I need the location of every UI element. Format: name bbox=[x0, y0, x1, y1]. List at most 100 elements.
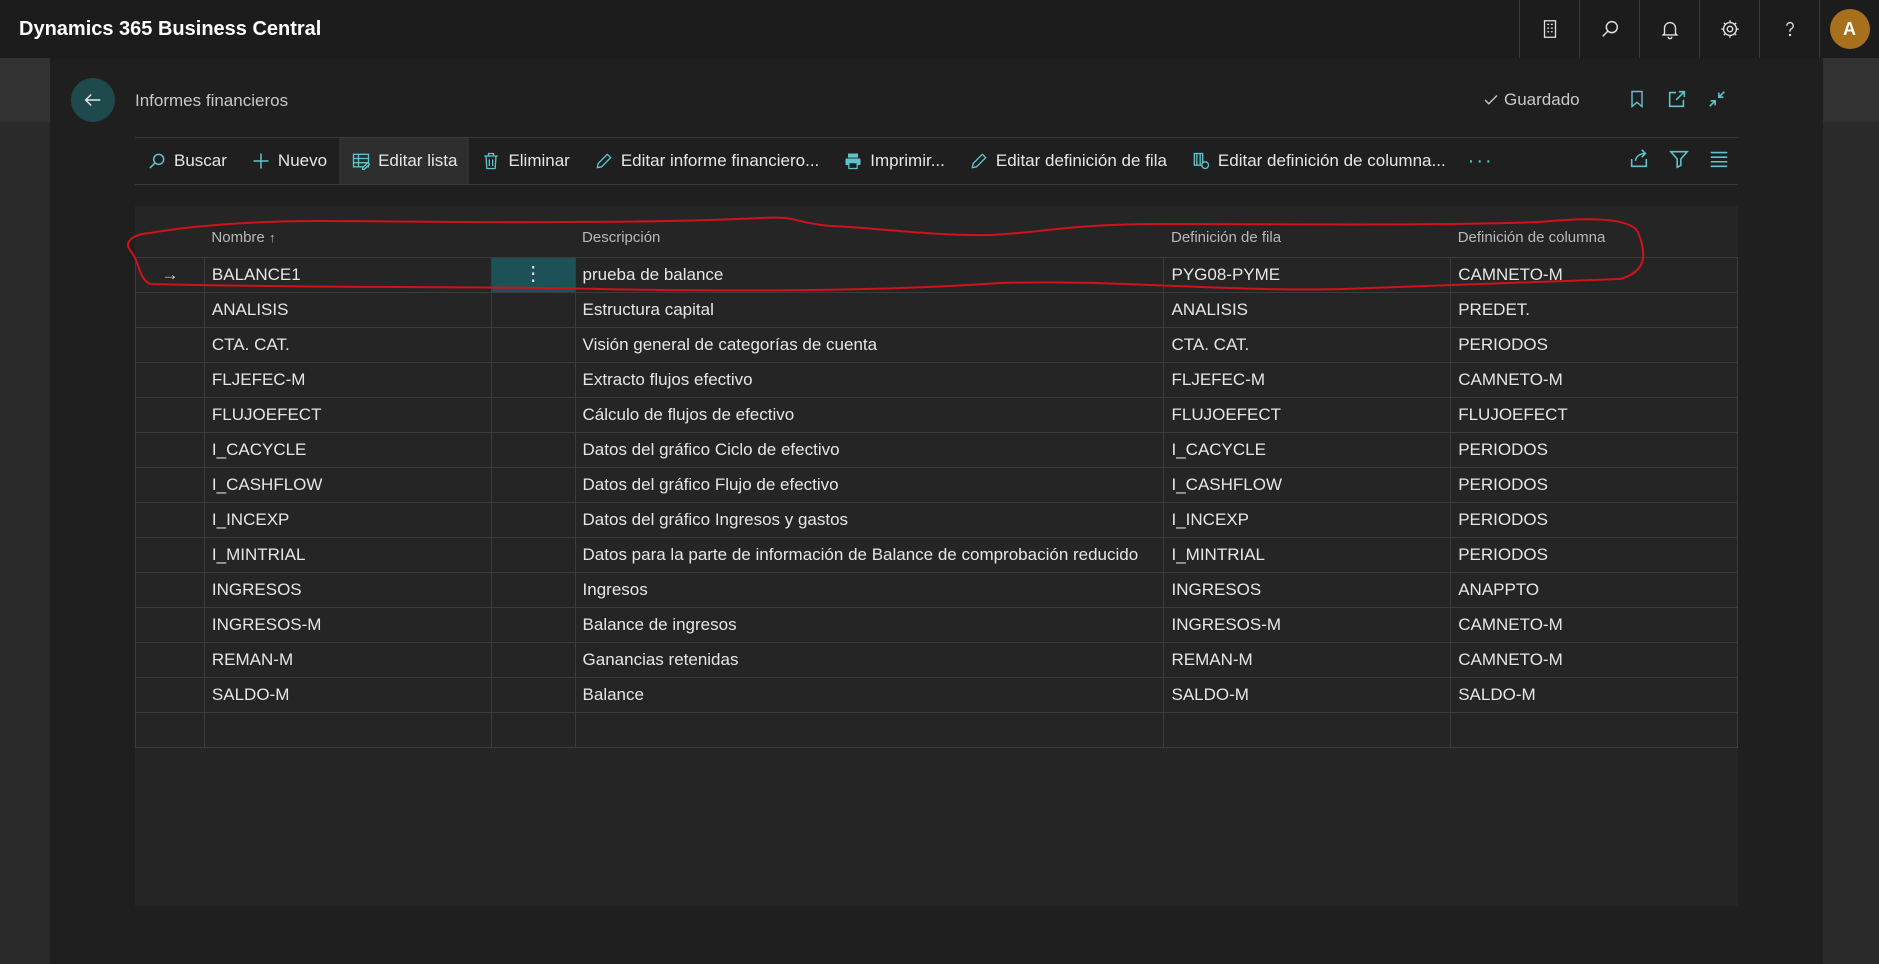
table-row[interactable]: FLJEFEC-M Extracto flujos efectivo FLJEFEC… bbox=[135, 361, 1738, 398]
cell-nombre[interactable]: I_CASHFLOW bbox=[203, 466, 492, 503]
cell-nombre[interactable]: I_CACYCLE bbox=[203, 431, 492, 468]
filter-button[interactable] bbox=[1668, 148, 1690, 175]
new-action[interactable]: Nuevo bbox=[239, 138, 339, 184]
row-menu-cell[interactable] bbox=[490, 431, 576, 468]
cell-descripcion[interactable]: Balance bbox=[574, 676, 1165, 713]
row-indicator[interactable] bbox=[135, 536, 205, 573]
company-button[interactable] bbox=[1519, 0, 1579, 58]
edit-financial-report-action[interactable]: Editar informe financiero... bbox=[582, 138, 831, 184]
row-indicator[interactable] bbox=[135, 396, 205, 433]
cell-definicion-columna[interactable]: FLUJOEFECT bbox=[1450, 396, 1738, 433]
cell-definicion-fila[interactable]: SALDO-M bbox=[1163, 676, 1452, 713]
cell-definicion-fila[interactable]: I_CACYCLE bbox=[1163, 431, 1452, 468]
empty-cell[interactable] bbox=[1450, 711, 1738, 748]
row-menu-cell[interactable] bbox=[490, 641, 576, 678]
cell-definicion-columna[interactable]: PERIODOS bbox=[1450, 466, 1738, 503]
cell-definicion-columna[interactable]: SALDO-M bbox=[1450, 676, 1738, 713]
share-button[interactable] bbox=[1628, 148, 1650, 175]
cell-descripcion[interactable]: Estructura capital bbox=[574, 291, 1165, 328]
avatar[interactable]: A bbox=[1829, 9, 1870, 49]
row-indicator[interactable] bbox=[135, 606, 205, 643]
cell-nombre[interactable]: BALANCE1 bbox=[203, 256, 492, 293]
cell-definicion-columna[interactable]: CAMNETO-M bbox=[1450, 256, 1738, 293]
cell-definicion-columna[interactable]: ANAPPTO bbox=[1450, 571, 1738, 608]
cell-nombre[interactable]: INGRESOS-M bbox=[203, 606, 492, 643]
more-actions-button[interactable]: ··· bbox=[1458, 150, 1504, 173]
cell-definicion-fila[interactable]: PYG08-PYME bbox=[1163, 256, 1452, 293]
row-indicator[interactable] bbox=[135, 291, 205, 328]
table-row[interactable]: I_CASHFLOW Datos del gráfico Flujo de efe… bbox=[135, 466, 1738, 503]
bookmark-button[interactable] bbox=[1624, 86, 1650, 112]
notifications-button[interactable] bbox=[1639, 0, 1699, 58]
row-menu-cell[interactable] bbox=[490, 501, 576, 538]
cell-definicion-fila[interactable]: I_MINTRIAL bbox=[1163, 536, 1452, 573]
more-vertical-icon[interactable]: ⋮ bbox=[523, 263, 543, 285]
cell-definicion-fila[interactable]: FLJEFEC-M bbox=[1163, 361, 1452, 398]
search-button[interactable] bbox=[1579, 0, 1639, 58]
row-menu-cell[interactable] bbox=[490, 291, 576, 328]
cell-nombre[interactable]: FLUJOEFECT bbox=[203, 396, 492, 433]
row-menu-cell[interactable] bbox=[490, 396, 576, 433]
cell-nombre[interactable]: I_INCEXP bbox=[203, 501, 492, 538]
cell-descripcion[interactable]: Balance de ingresos bbox=[574, 606, 1165, 643]
help-button[interactable] bbox=[1759, 0, 1819, 58]
cell-definicion-columna[interactable]: PERIODOS bbox=[1450, 431, 1738, 468]
row-indicator[interactable] bbox=[135, 501, 205, 538]
row-menu-cell[interactable] bbox=[490, 606, 576, 643]
collapse-button[interactable] bbox=[1704, 86, 1730, 112]
cell-definicion-fila[interactable]: INGRESOS bbox=[1163, 571, 1452, 608]
row-indicator[interactable] bbox=[135, 431, 205, 468]
table-row[interactable]: REMAN-M Ganancias retenidas REMAN-M CAMNETO… bbox=[135, 641, 1738, 678]
cell-definicion-fila[interactable]: I_CASHFLOW bbox=[1163, 466, 1452, 503]
cell-nombre[interactable]: REMAN-M bbox=[203, 641, 492, 678]
row-indicator[interactable] bbox=[135, 466, 205, 503]
cell-definicion-fila[interactable]: ANALISIS bbox=[1163, 291, 1452, 328]
cell-nombre[interactable]: CTA. CAT. bbox=[203, 326, 492, 363]
cell-descripcion[interactable]: prueba de balance bbox=[574, 256, 1165, 293]
cell-definicion-fila[interactable]: I_INCEXP bbox=[1163, 501, 1452, 538]
cell-descripcion[interactable]: Extracto flujos efectivo bbox=[574, 361, 1165, 398]
cell-descripcion[interactable]: Visión general de categorías de cuenta bbox=[574, 326, 1165, 363]
empty-cell[interactable] bbox=[135, 711, 205, 748]
row-menu-cell[interactable] bbox=[490, 361, 576, 398]
cell-definicion-columna[interactable]: CAMNETO-M bbox=[1450, 641, 1738, 678]
row-menu-cell[interactable] bbox=[490, 571, 576, 608]
print-action[interactable]: Imprimir... bbox=[831, 138, 957, 184]
cell-descripcion[interactable]: Ganancias retenidas bbox=[574, 641, 1165, 678]
search-action[interactable]: Buscar bbox=[135, 138, 239, 184]
table-row-empty[interactable] bbox=[135, 711, 1738, 748]
cell-nombre[interactable]: FLJEFEC-M bbox=[203, 361, 492, 398]
cell-descripcion[interactable]: Ingresos bbox=[574, 571, 1165, 608]
table-row[interactable]: CTA. CAT. Visión general de categorías de… bbox=[135, 326, 1738, 363]
row-menu-cell[interactable] bbox=[490, 326, 576, 363]
row-indicator[interactable] bbox=[135, 641, 205, 678]
cell-definicion-columna[interactable]: PERIODOS bbox=[1450, 536, 1738, 573]
row-indicator[interactable] bbox=[135, 571, 205, 608]
cell-descripcion[interactable]: Datos del gráfico Ciclo de efectivo bbox=[574, 431, 1165, 468]
cell-definicion-fila[interactable]: FLUJOEFECT bbox=[1163, 396, 1452, 433]
table-row[interactable]: FLUJOEFECT Cálculo de flujos de efectivo F… bbox=[135, 396, 1738, 433]
row-indicator[interactable]: → bbox=[135, 256, 205, 293]
table-row[interactable]: I_CACYCLE Datos del gráfico Ciclo de efec… bbox=[135, 431, 1738, 468]
list-view-button[interactable] bbox=[1708, 148, 1730, 175]
cell-descripcion[interactable]: Datos del gráfico Flujo de efectivo bbox=[574, 466, 1165, 503]
edit-row-definition-action[interactable]: Editar definición de fila bbox=[957, 138, 1179, 184]
cell-definicion-fila[interactable]: CTA. CAT. bbox=[1163, 326, 1452, 363]
table-row[interactable]: INGRESOS Ingresos INGRESOS ANAPPTO bbox=[135, 571, 1738, 608]
table-row[interactable]: SALDO-M Balance SALDO-M SALDO-M bbox=[135, 676, 1738, 713]
row-indicator[interactable] bbox=[135, 676, 205, 713]
user-menu[interactable]: A bbox=[1819, 0, 1879, 58]
empty-cell[interactable] bbox=[203, 711, 492, 748]
cell-descripcion[interactable]: Cálculo de flujos de efectivo bbox=[574, 396, 1165, 433]
empty-cell[interactable] bbox=[574, 711, 1165, 748]
table-row[interactable]: → BALANCE1 ⋮ prueba de balance PYG08-PYME CAM… bbox=[135, 256, 1738, 293]
cell-definicion-columna[interactable]: PREDET. bbox=[1450, 291, 1738, 328]
table-row[interactable]: I_MINTRIAL Datos para la parte de informa… bbox=[135, 536, 1738, 573]
edit-column-definition-action[interactable]: Editar definición de columna... bbox=[1179, 138, 1458, 184]
table-row[interactable]: ANALISIS Estructura capital ANALISIS PREDET… bbox=[135, 291, 1738, 328]
cell-definicion-columna[interactable]: PERIODOS bbox=[1450, 501, 1738, 538]
back-button[interactable] bbox=[71, 78, 115, 122]
header-descripcion[interactable]: Descripción bbox=[575, 218, 1164, 257]
cell-nombre[interactable]: SALDO-M bbox=[203, 676, 492, 713]
app-title[interactable]: Dynamics 365 Business Central bbox=[19, 18, 321, 41]
